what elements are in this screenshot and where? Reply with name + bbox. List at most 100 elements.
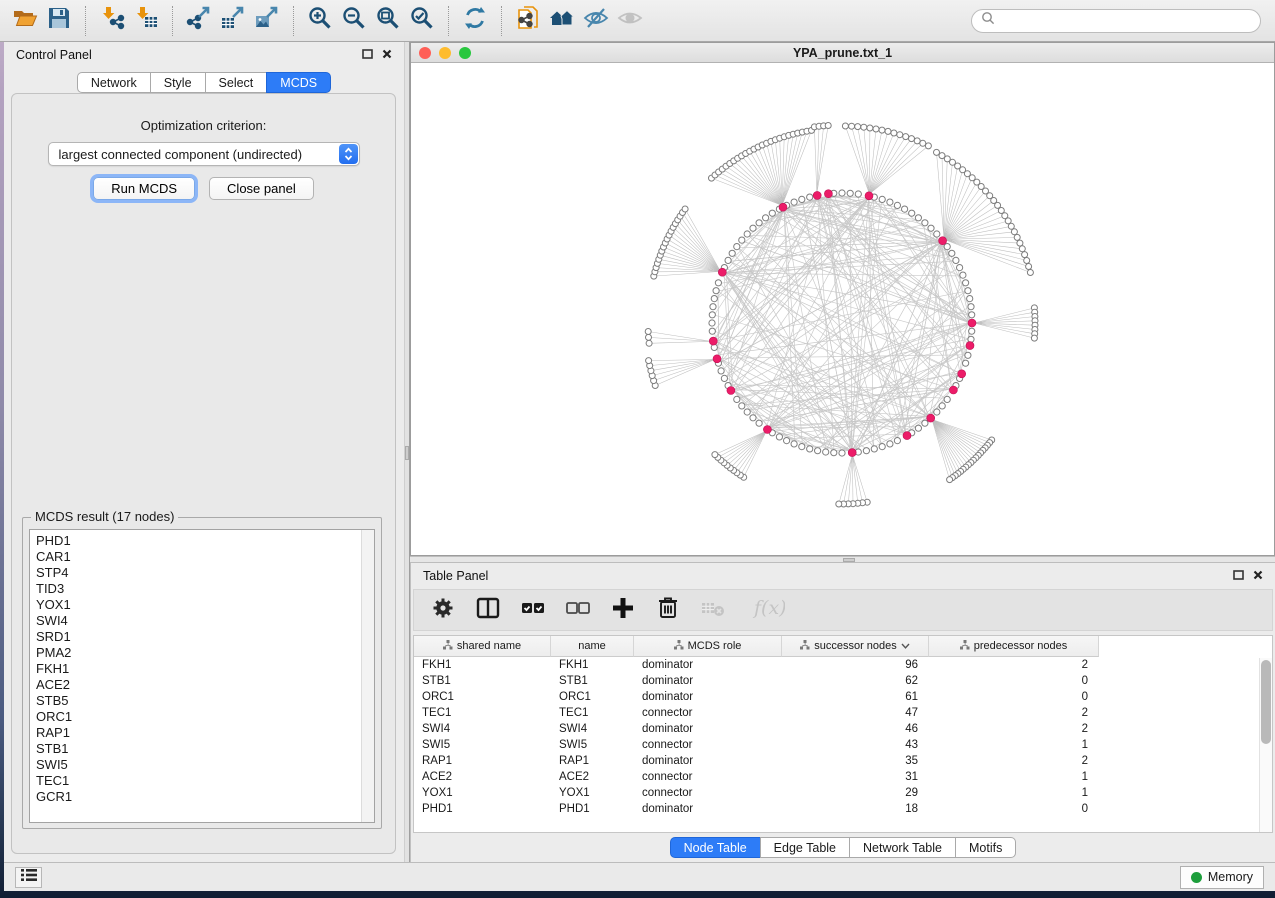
tab-style[interactable]: Style: [150, 72, 206, 93]
cell-successor-nodes[interactable]: 47: [782, 707, 929, 719]
mcds-result-node[interactable]: GCR1: [36, 789, 374, 805]
search-input[interactable]: [995, 14, 1251, 28]
cell-successor-nodes[interactable]: 61: [782, 691, 929, 703]
cell-predecessor-nodes[interactable]: 0: [929, 803, 1099, 815]
delete-column-icon[interactable]: [655, 595, 681, 626]
cell-name[interactable]: ORC1: [551, 691, 634, 703]
cell-shared-name[interactable]: PHD1: [414, 803, 551, 815]
mcds-result-node[interactable]: TID3: [36, 581, 374, 597]
import-table-button[interactable]: [129, 4, 163, 38]
close-window-icon[interactable]: [419, 47, 431, 59]
cell-successor-nodes[interactable]: 46: [782, 723, 929, 735]
cell-MCDS-role[interactable]: dominator: [634, 755, 782, 767]
close-panel-button[interactable]: Close panel: [209, 177, 314, 200]
hide-elements-button[interactable]: [579, 4, 613, 38]
mcds-result-node[interactable]: FKH1: [36, 661, 374, 677]
toggle-columns-icon[interactable]: [475, 595, 501, 626]
cell-MCDS-role[interactable]: dominator: [634, 691, 782, 703]
minimize-window-icon[interactable]: [439, 47, 451, 59]
run-mcds-button[interactable]: Run MCDS: [93, 177, 195, 200]
table-row[interactable]: PHD1PHD1dominator180: [414, 801, 1272, 817]
cell-predecessor-nodes[interactable]: 1: [929, 787, 1099, 799]
cell-predecessor-nodes[interactable]: 0: [929, 675, 1099, 687]
network-graph[interactable]: [411, 63, 1274, 555]
node-table[interactable]: shared namenameMCDS rolesuccessor nodesp…: [413, 635, 1273, 833]
cell-MCDS-role[interactable]: dominator: [634, 723, 782, 735]
close-panel-icon[interactable]: [382, 46, 392, 64]
table-row[interactable]: TEC1TEC1connector472: [414, 705, 1272, 721]
cell-successor-nodes[interactable]: 96: [782, 659, 929, 671]
scrollbar-thumb[interactable]: [1261, 660, 1271, 744]
cell-name[interactable]: TEC1: [551, 707, 634, 719]
cell-shared-name[interactable]: YOX1: [414, 787, 551, 799]
result-list-scrollbar[interactable]: [361, 530, 374, 822]
tab-select[interactable]: Select: [205, 72, 268, 93]
cell-successor-nodes[interactable]: 31: [782, 771, 929, 783]
cell-predecessor-nodes[interactable]: 0: [929, 691, 1099, 703]
refresh-layout-button[interactable]: [458, 4, 492, 38]
mcds-result-list[interactable]: PHD1CAR1STP4TID3YOX1SWI4SRD1PMA2FKH1ACE2…: [29, 529, 375, 823]
show-elements-button[interactable]: [613, 4, 647, 38]
tab-node-table[interactable]: Node Table: [670, 837, 761, 858]
cell-predecessor-nodes[interactable]: 2: [929, 659, 1099, 671]
cell-predecessor-nodes[interactable]: 2: [929, 707, 1099, 719]
search-box[interactable]: [971, 9, 1261, 33]
cell-shared-name[interactable]: TEC1: [414, 707, 551, 719]
table-row[interactable]: YOX1YOX1connector291: [414, 785, 1272, 801]
cell-shared-name[interactable]: STB1: [414, 675, 551, 687]
cell-shared-name[interactable]: ACE2: [414, 771, 551, 783]
mcds-result-node[interactable]: SWI4: [36, 613, 374, 629]
export-image-button[interactable]: [250, 4, 284, 38]
mcds-result-node[interactable]: PMA2: [36, 645, 374, 661]
cell-MCDS-role[interactable]: connector: [634, 739, 782, 751]
horizontal-splitter[interactable]: [410, 556, 1275, 563]
cell-predecessor-nodes[interactable]: 1: [929, 771, 1099, 783]
cell-name[interactable]: PHD1: [551, 803, 634, 815]
gear-icon[interactable]: [430, 595, 456, 626]
cell-MCDS-role[interactable]: dominator: [634, 675, 782, 687]
tab-network[interactable]: Network: [77, 72, 151, 93]
mcds-result-node[interactable]: STB1: [36, 741, 374, 757]
cell-predecessor-nodes[interactable]: 1: [929, 739, 1099, 751]
mcds-result-node[interactable]: SWI5: [36, 757, 374, 773]
table-scrollbar[interactable]: [1259, 658, 1272, 832]
mcds-result-node[interactable]: ACE2: [36, 677, 374, 693]
export-table-button[interactable]: [216, 4, 250, 38]
tab-motifs[interactable]: Motifs: [955, 837, 1016, 858]
mcds-result-node[interactable]: CAR1: [36, 549, 374, 565]
cell-MCDS-role[interactable]: connector: [634, 787, 782, 799]
mcds-result-node[interactable]: YOX1: [36, 597, 374, 613]
tab-edge-table[interactable]: Edge Table: [760, 837, 850, 858]
task-history-button[interactable]: [15, 867, 42, 888]
mcds-result-node[interactable]: STP4: [36, 565, 374, 581]
cell-successor-nodes[interactable]: 35: [782, 755, 929, 767]
mcds-result-node[interactable]: RAP1: [36, 725, 374, 741]
network-from-selection-button[interactable]: [511, 4, 545, 38]
table-row[interactable]: ACE2ACE2connector311: [414, 769, 1272, 785]
cell-shared-name[interactable]: SWI4: [414, 723, 551, 735]
cell-name[interactable]: SWI5: [551, 739, 634, 751]
cell-successor-nodes[interactable]: 62: [782, 675, 929, 687]
float-panel-icon[interactable]: [362, 46, 373, 64]
column-header-successor-nodes[interactable]: successor nodes: [782, 636, 929, 657]
cell-name[interactable]: RAP1: [551, 755, 634, 767]
float-panel-icon[interactable]: [1233, 567, 1244, 585]
zoom-out-button[interactable]: [337, 4, 371, 38]
cell-successor-nodes[interactable]: 43: [782, 739, 929, 751]
table-row[interactable]: ORC1ORC1dominator610: [414, 689, 1272, 705]
column-header-predecessor-nodes[interactable]: predecessor nodes: [929, 636, 1099, 657]
memory-button[interactable]: Memory: [1180, 866, 1264, 889]
network-window-titlebar[interactable]: YPA_prune.txt_1: [411, 43, 1274, 63]
column-header-name[interactable]: name: [551, 636, 634, 657]
zoom-selected-button[interactable]: [405, 4, 439, 38]
table-row[interactable]: STB1STB1dominator620: [414, 673, 1272, 689]
add-column-icon[interactable]: [610, 595, 636, 626]
criterion-select[interactable]: largest connected component (undirected): [48, 142, 360, 166]
import-network-button[interactable]: [95, 4, 129, 38]
cell-MCDS-role[interactable]: dominator: [634, 659, 782, 671]
mcds-result-node[interactable]: ORC1: [36, 709, 374, 725]
table-row[interactable]: SWI5SWI5connector431: [414, 737, 1272, 753]
cell-successor-nodes[interactable]: 18: [782, 803, 929, 815]
mcds-result-node[interactable]: PHD1: [36, 533, 374, 549]
cell-name[interactable]: STB1: [551, 675, 634, 687]
